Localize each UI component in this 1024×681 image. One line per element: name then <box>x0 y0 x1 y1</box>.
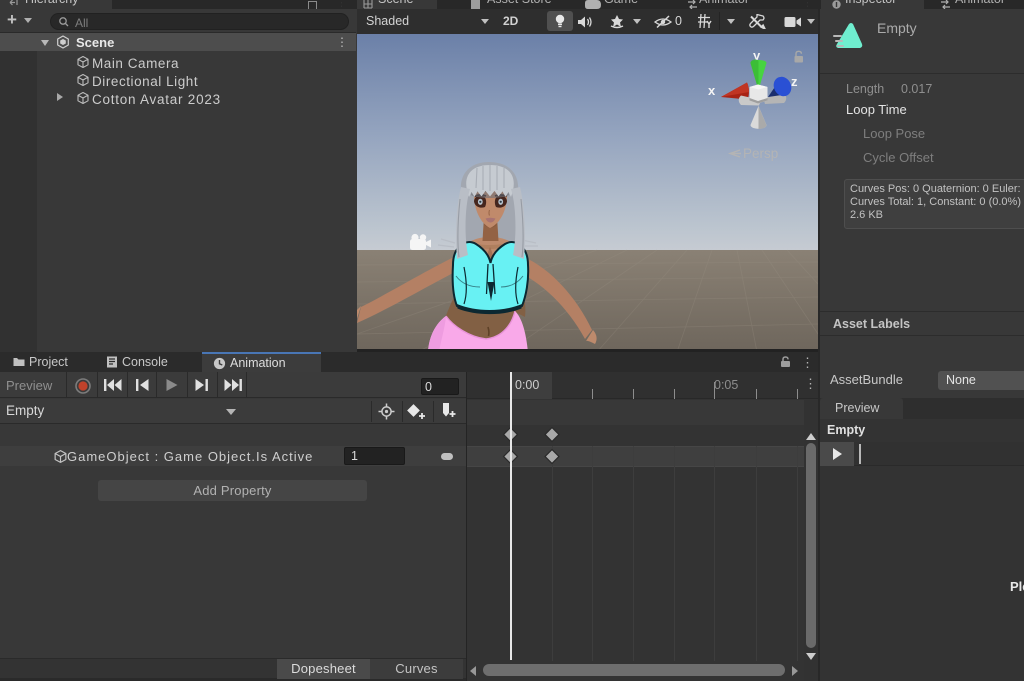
svg-text:x: x <box>708 83 716 98</box>
svg-text:Persp: Persp <box>743 146 778 161</box>
svg-text:z: z <box>791 74 798 89</box>
